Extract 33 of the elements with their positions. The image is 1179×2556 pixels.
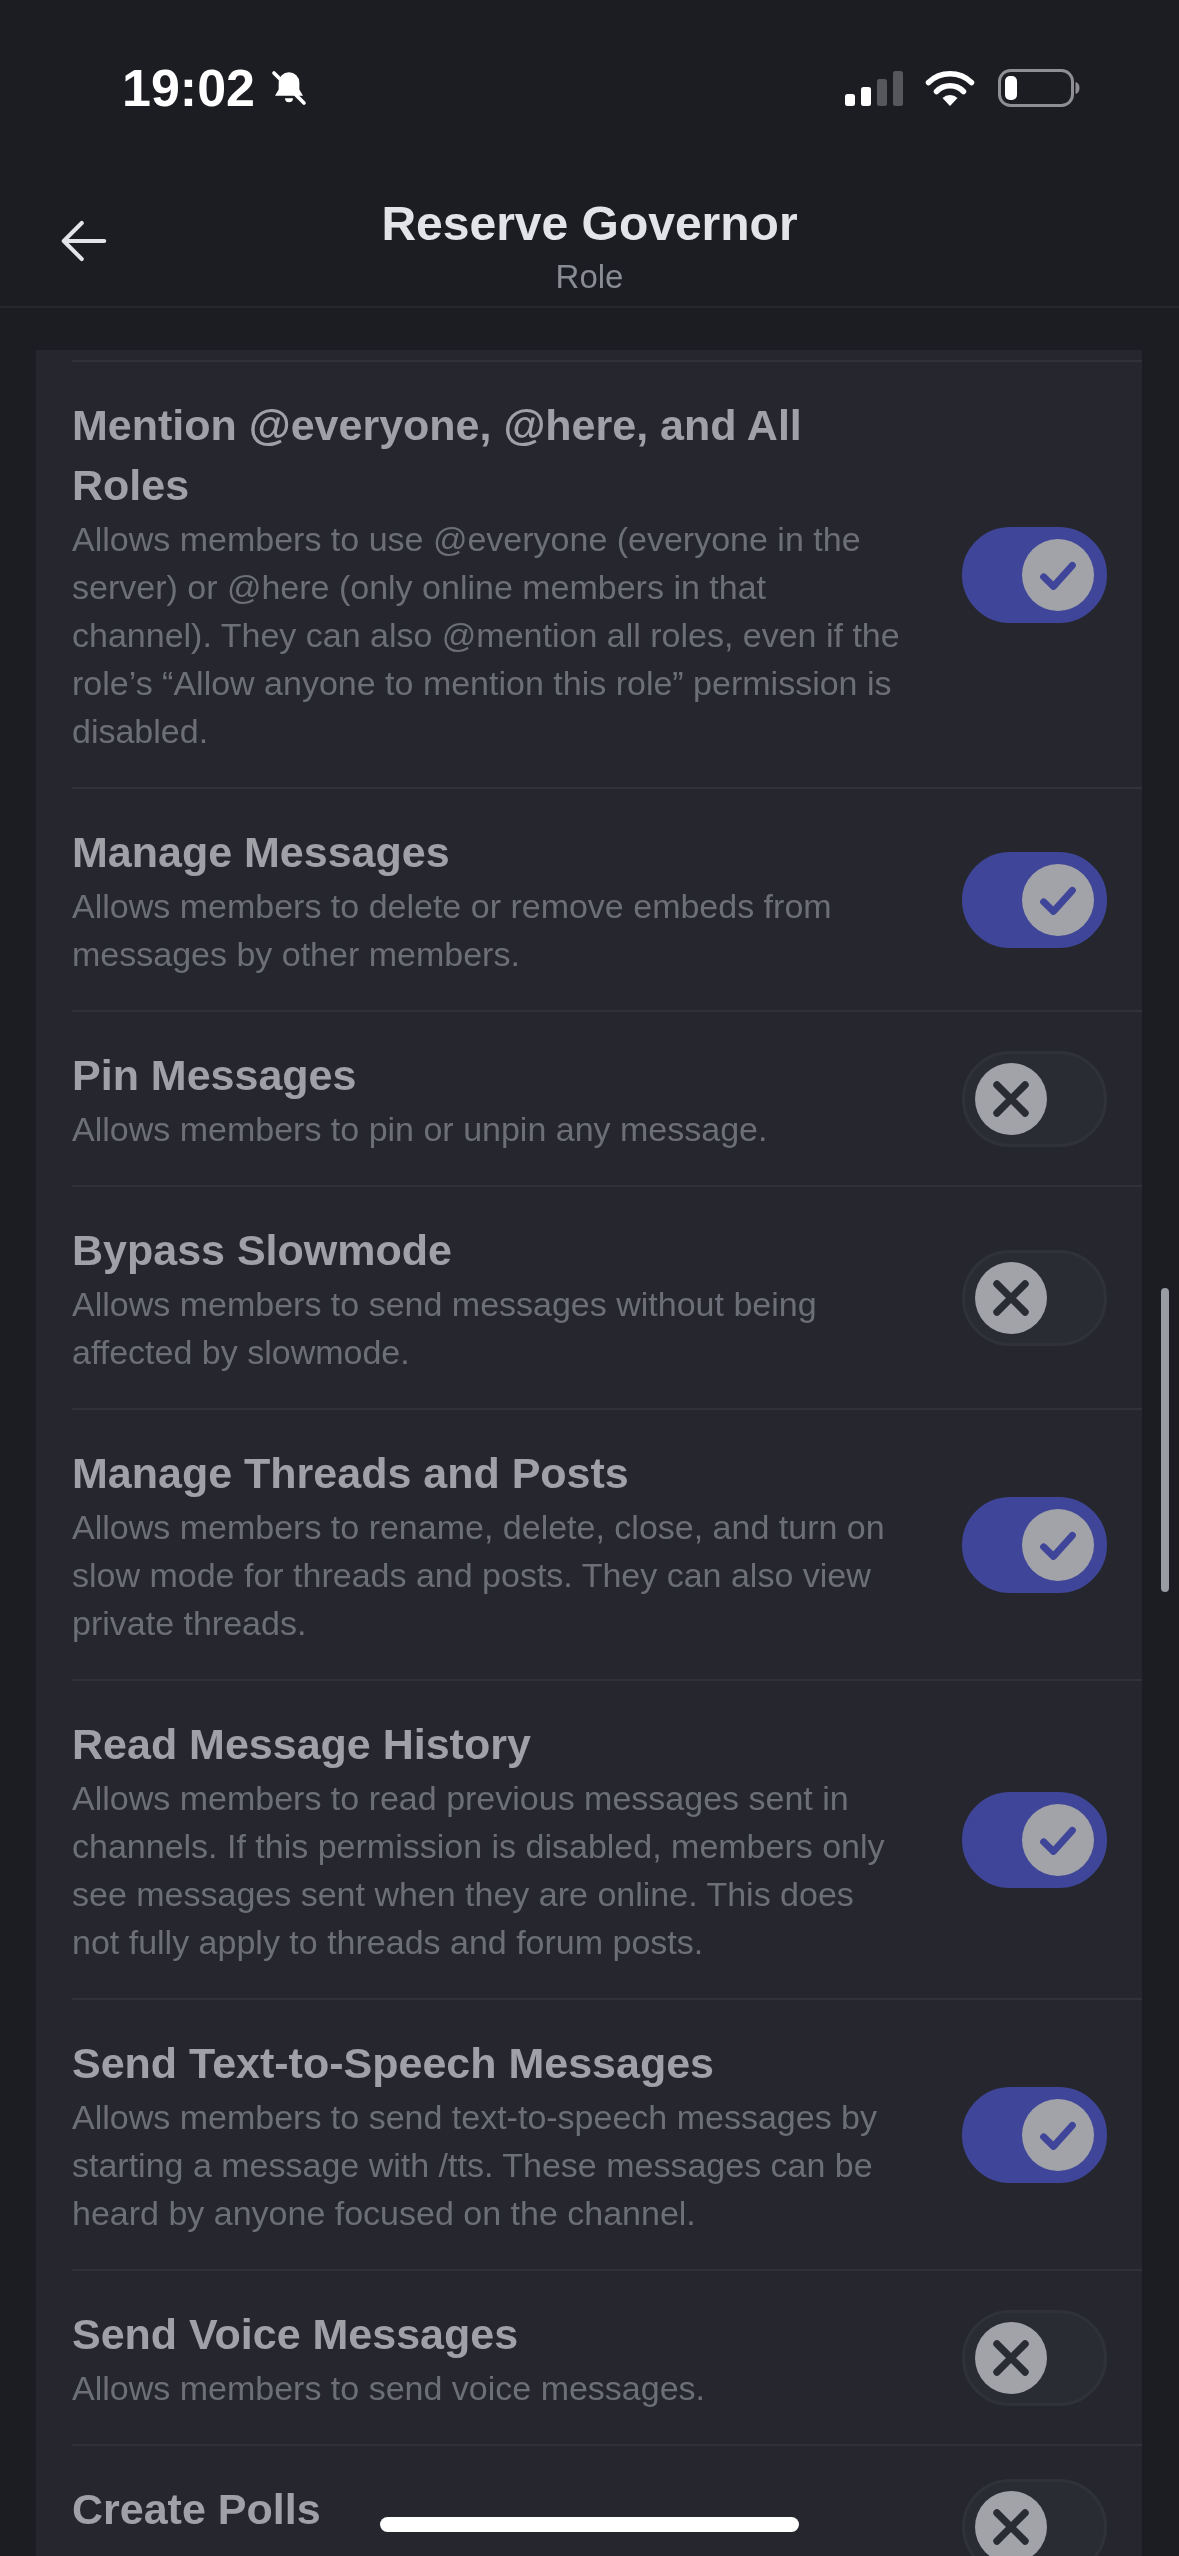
permission-title: Send Voice Messages: [72, 2309, 519, 2360]
permission-description: Allows members to send voice messages.: [72, 2368, 706, 2409]
permission-title: Send Text-to-Speech Messages: [72, 2038, 714, 2089]
permission-description: Allows members to delete or remove embeds from messages by other members.: [72, 886, 833, 975]
permission-description: Allows members to read previous messages sent in channels. If this permission is disabled, members only see messages sent when they are online. This does not fully apply to threads and forum posts.: [72, 1778, 886, 1963]
check-icon: [1022, 2099, 1094, 2171]
page-subtitle: Role: [555, 256, 624, 297]
cross-icon: [975, 1063, 1047, 1135]
check-icon: [1022, 1804, 1094, 1876]
permission-title: Create Polls: [72, 2484, 321, 2535]
bell-slash-icon: [269, 68, 309, 108]
cross-icon: [975, 2491, 1047, 2556]
permission-title: Manage Messages: [72, 827, 450, 878]
wifi-icon: [925, 69, 975, 107]
check-icon: [1022, 1509, 1094, 1581]
page-title: Reserve Governor: [381, 195, 798, 252]
permission-title: Pin Messages: [72, 1050, 357, 1101]
permission-description: Allows members to send messages without being affected by slowmode.: [72, 1284, 818, 1373]
permission-description: Allows members to pin or unpin any message.: [72, 1109, 768, 1150]
permission-description: Allows members to use @everyone (everyone in the server) or @here (only online members in that channel). They can also @mention all roles, even if the role’s “Allow anyone to mention this role” permission is disabled.: [72, 519, 901, 752]
cross-icon: [975, 1262, 1047, 1334]
permission-description: Allows members to rename, delete, close, and turn on slow mode for threads and posts. They can also view private threads.: [72, 1507, 886, 1644]
battery-icon: [998, 69, 1080, 107]
check-icon: [1022, 539, 1094, 611]
permission-title: Mention @everyone, @here, and All Roles: [72, 400, 803, 511]
cross-icon: [975, 2322, 1047, 2394]
permission-title: Manage Threads and Posts: [72, 1448, 629, 1499]
signal-icon: [845, 70, 903, 106]
permission-description: Allows members to send text-to-speech messages by starting a message with /tts. These messages can be heard by anyone focused on the channel.: [72, 2097, 878, 2234]
check-icon: [1022, 864, 1094, 936]
status-time: 19:02: [122, 62, 255, 114]
permission-title: Read Message History: [72, 1719, 531, 1770]
permission-title: Bypass Slowmode: [72, 1225, 452, 1276]
